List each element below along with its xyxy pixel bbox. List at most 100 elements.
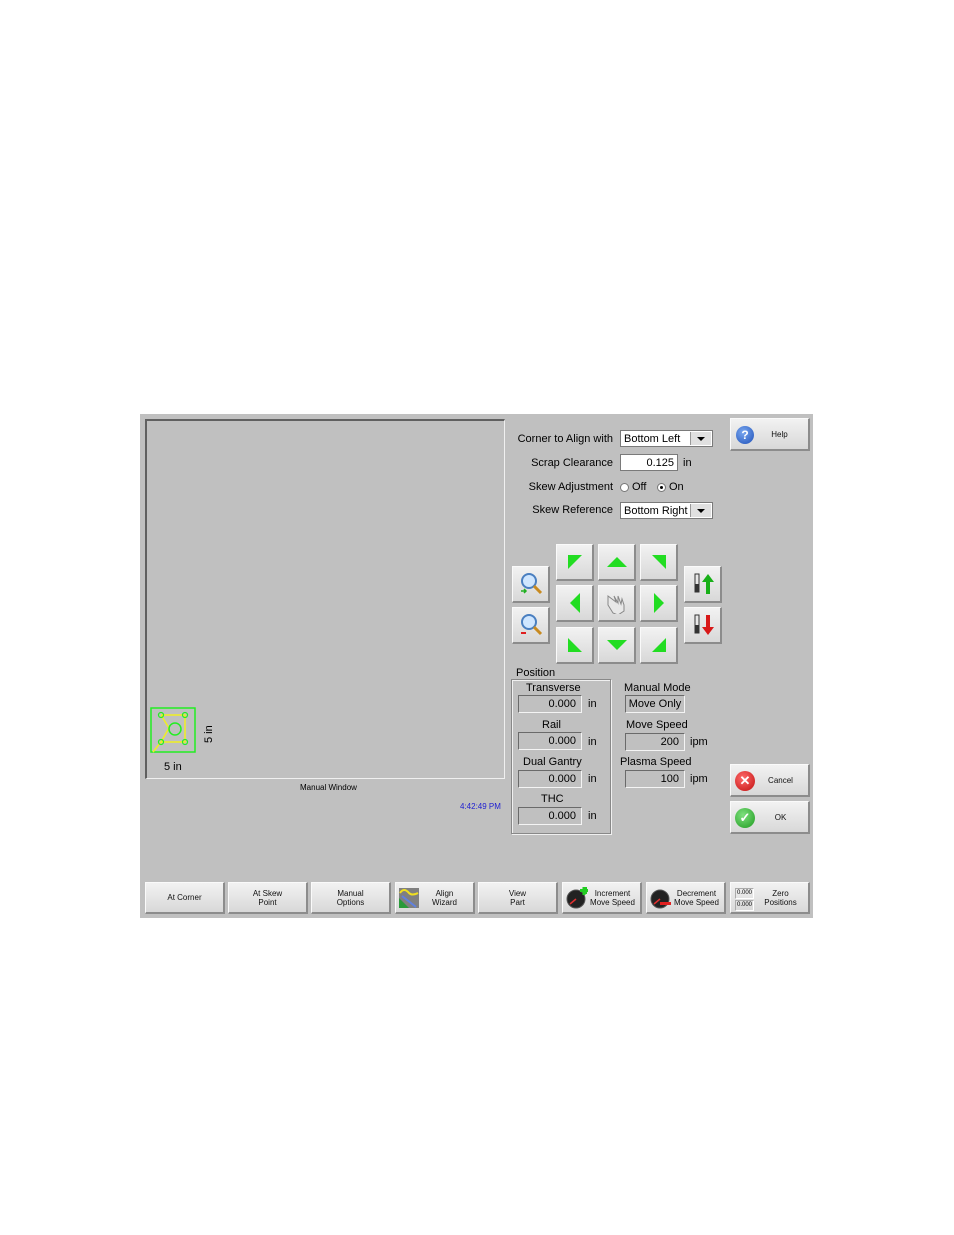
radio-checked-icon: [657, 482, 666, 492]
help-icon: ?: [736, 426, 754, 444]
skew-reference-value: Bottom Right: [624, 505, 688, 517]
decrement-move-speed-label: Decrement Move Speed: [674, 888, 719, 907]
arrow-up-left-icon: [567, 555, 582, 569]
skew-on-label: On: [669, 481, 684, 493]
help-button[interactable]: ? Help: [730, 418, 810, 451]
jog-hand-button[interactable]: [598, 585, 636, 622]
manual-window-view[interactable]: 5 in 5 in: [145, 419, 505, 779]
window-label: Manual Window: [300, 783, 357, 792]
jog-up-left-button[interactable]: [556, 544, 594, 581]
view-part-button[interactable]: View Part: [478, 882, 558, 914]
radio-icon: [620, 482, 629, 492]
help-label: Help: [771, 429, 788, 439]
dual-gantry-value: 0.000: [518, 770, 582, 788]
dual-gantry-label: Dual Gantry: [523, 756, 582, 768]
scrap-unit: in: [683, 457, 692, 469]
part-height-label: 5 in: [203, 725, 215, 743]
transverse-unit: in: [588, 698, 597, 710]
cancel-icon: ✕: [735, 771, 755, 791]
at-corner-button[interactable]: At Corner: [145, 882, 225, 914]
hand-icon: [607, 595, 624, 614]
skew-off-label: Off: [632, 481, 647, 493]
zoom-out-icon: [520, 614, 542, 636]
transverse-label: Transverse: [526, 682, 581, 694]
ok-label: OK: [774, 812, 787, 822]
speedometer-plus-icon: [566, 887, 588, 909]
plasma-speed-unit: ipm: [690, 773, 708, 785]
manual-options-label: Manual Options: [336, 888, 365, 907]
thc-unit: in: [588, 810, 597, 822]
zero-positions-icon: 0.000 0.000: [735, 888, 755, 911]
arrow-up-icon: [606, 557, 627, 567]
rail-value: 0.000: [518, 732, 582, 750]
dual-gantry-unit: in: [588, 773, 597, 785]
manual-align-panel: 5 in 5 in Manual Window 4:42:49 PM Corne…: [140, 414, 813, 918]
jog-left-button[interactable]: [556, 585, 594, 622]
corner-value: Bottom Left: [624, 433, 681, 445]
chevron-down-icon[interactable]: [690, 504, 711, 517]
move-speed-value: 200: [625, 733, 685, 751]
corner-label: Corner to Align with: [517, 433, 613, 445]
zoom-in-button[interactable]: [512, 566, 550, 603]
zoom-out-button[interactable]: [512, 607, 550, 644]
part-preview-icon: [150, 707, 196, 753]
at-corner-label: At Corner: [167, 893, 202, 902]
cancel-label: Cancel: [768, 775, 793, 785]
torch-down-button[interactable]: [684, 607, 722, 644]
chevron-down-icon[interactable]: [690, 432, 711, 445]
rail-label: Rail: [542, 719, 561, 731]
jog-down-right-button[interactable]: [640, 627, 678, 664]
at-skew-point-label: At Skew Point: [252, 888, 283, 907]
increment-move-speed-button[interactable]: Increment Move Speed: [562, 882, 642, 914]
torch-down-icon: [694, 614, 714, 635]
rail-unit: in: [588, 736, 597, 748]
move-speed-label: Move Speed: [626, 719, 688, 731]
manual-options-button[interactable]: Manual Options: [311, 882, 391, 914]
skew-on-radio[interactable]: On: [657, 481, 684, 493]
torch-up-button[interactable]: [684, 566, 722, 603]
jog-down-button[interactable]: [598, 627, 636, 664]
part-width-label: 5 in: [164, 761, 182, 773]
ok-button[interactable]: ✓ OK: [730, 801, 810, 834]
skew-reference-select[interactable]: Bottom Right: [620, 502, 713, 519]
arrow-down-icon: [606, 640, 627, 650]
torch-up-icon: [694, 573, 714, 594]
plasma-speed-value: 100: [625, 770, 685, 788]
thc-label: THC: [541, 793, 564, 805]
jog-down-left-button[interactable]: [556, 627, 594, 664]
skew-reference-label: Skew Reference: [532, 504, 613, 516]
zero-positions-button[interactable]: 0.000 0.000 Zero Positions: [730, 882, 810, 914]
manual-mode-label: Manual Mode: [624, 682, 691, 694]
align-wizard-icon: [399, 888, 419, 908]
jog-up-right-button[interactable]: [640, 544, 678, 581]
zero-positions-label: Zero Positions: [764, 888, 797, 907]
speedometer-minus-icon: [650, 889, 671, 909]
decrement-move-speed-button[interactable]: Decrement Move Speed: [646, 882, 726, 914]
jog-right-button[interactable]: [640, 585, 678, 622]
corner-select[interactable]: Bottom Left: [620, 430, 713, 447]
align-wizard-label: Align Wizard: [432, 888, 457, 907]
jog-up-button[interactable]: [598, 544, 636, 581]
arrow-down-left-icon: [567, 638, 582, 652]
arrow-right-icon: [653, 593, 664, 613]
position-group-label: Position: [515, 667, 557, 679]
zoom-in-icon: [520, 573, 542, 595]
transverse-value: 0.000: [518, 695, 582, 713]
view-part-label: View Part: [508, 888, 527, 907]
arrow-down-right-icon: [651, 638, 666, 652]
arrow-up-right-icon: [651, 555, 666, 569]
manual-mode-value: Move Only: [625, 695, 685, 713]
clock: 4:42:49 PM: [460, 802, 501, 811]
thc-value: 0.000: [518, 807, 582, 825]
align-wizard-button[interactable]: Align Wizard: [395, 882, 475, 914]
at-skew-point-button[interactable]: At Skew Point: [228, 882, 308, 914]
cancel-button[interactable]: ✕ Cancel: [730, 764, 810, 797]
ok-icon: ✓: [735, 808, 755, 828]
increment-move-speed-label: Increment Move Speed: [590, 888, 635, 907]
scrap-clearance-input[interactable]: 0.125: [620, 454, 678, 471]
arrow-left-icon: [569, 593, 580, 613]
move-speed-unit: ipm: [690, 736, 708, 748]
skew-adjustment-label: Skew Adjustment: [528, 481, 613, 493]
plasma-speed-label: Plasma Speed: [620, 756, 692, 768]
skew-off-radio[interactable]: Off: [620, 481, 646, 493]
